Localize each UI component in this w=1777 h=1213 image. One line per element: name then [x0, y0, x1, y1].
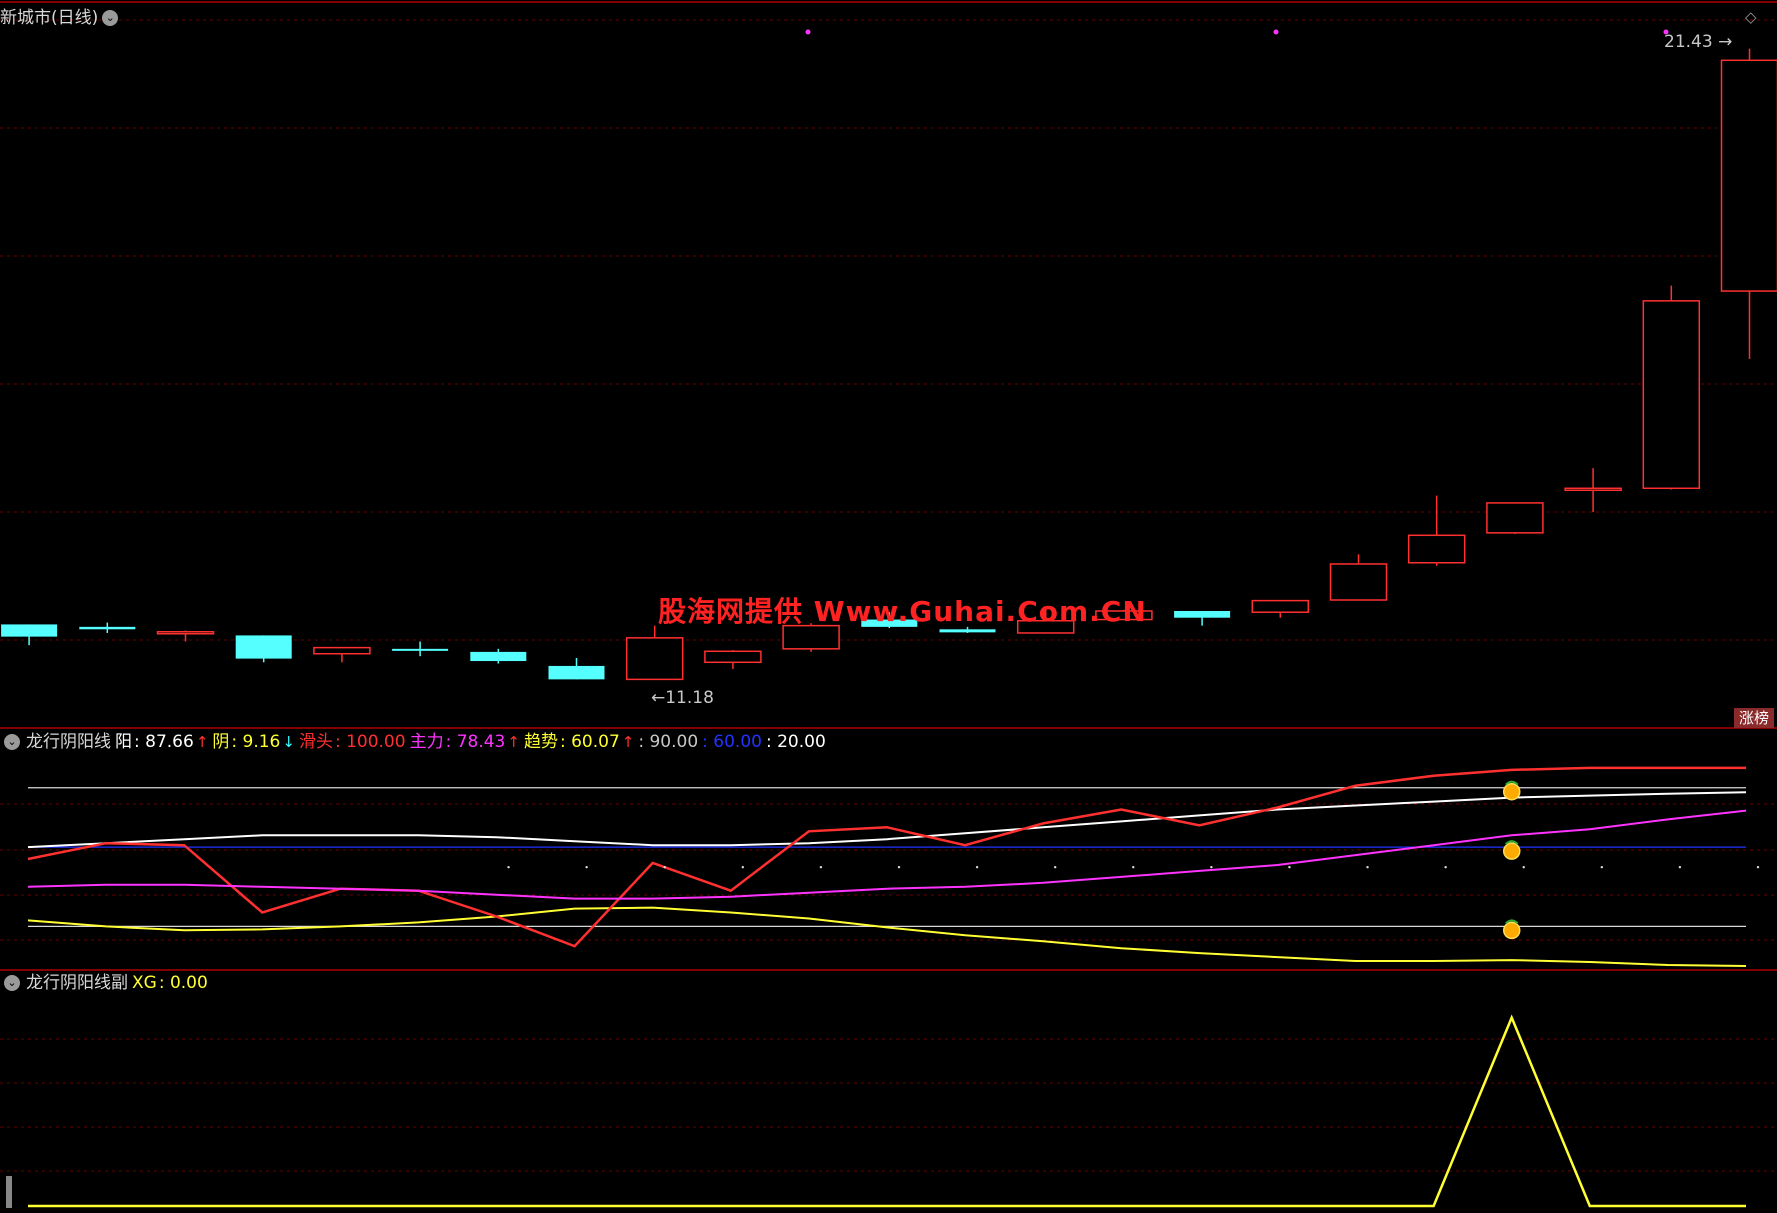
coin-icon — [1502, 921, 1521, 940]
indicator-1-lines — [27, 766, 1760, 967]
candle-body — [1642, 300, 1701, 490]
series-line — [27, 906, 1747, 967]
legend-label: 趋势 — [523, 732, 558, 752]
low-price-label: ←11.18 — [651, 688, 714, 708]
candle-body — [1564, 487, 1622, 492]
candle-body — [704, 650, 762, 664]
candle-body — [313, 646, 371, 655]
candle-body — [1174, 610, 1231, 618]
diamond-icon[interactable]: ◇ — [1745, 8, 1757, 26]
legend-value: : 9.16 — [231, 732, 281, 752]
legend-value: : 0.00 — [158, 973, 208, 993]
signal-dot — [805, 29, 811, 35]
candle-body — [235, 635, 292, 659]
series-dot — [1132, 865, 1135, 869]
series-dot — [975, 865, 979, 869]
legend-label: XG — [132, 973, 157, 993]
legend-label: 阴 — [212, 732, 230, 752]
candle-body — [1407, 534, 1466, 564]
level-label: : 90.00 — [638, 732, 699, 752]
series-line — [27, 766, 1746, 948]
candle-body — [1486, 502, 1544, 534]
series-dot — [1756, 865, 1760, 869]
arrow-icon: ↑ — [195, 733, 209, 751]
candle-body — [1, 624, 58, 637]
series-dot — [585, 865, 588, 869]
chevron-down-icon[interactable]: ⌄ — [4, 734, 20, 750]
series-dot — [1522, 865, 1525, 869]
series-dot — [1210, 865, 1213, 869]
candle-body — [1329, 563, 1388, 601]
series-dot — [1444, 865, 1447, 869]
main-title: 新城市(日线) — [0, 8, 99, 28]
candle-body — [625, 637, 684, 681]
series-dot — [507, 865, 510, 869]
legend-label: 滑头 — [298, 732, 333, 752]
coin-icon — [1502, 782, 1521, 801]
candle-body — [548, 665, 605, 680]
indicator-1-name: 龙行阴阳线 — [26, 732, 111, 752]
candle-body — [156, 630, 215, 635]
series-dot — [1366, 865, 1369, 869]
chevron-down-icon[interactable]: ⌄ — [102, 10, 119, 26]
series-dot — [741, 865, 745, 869]
series-line — [27, 809, 1747, 900]
candle-body — [1720, 59, 1777, 292]
indicator-2-header: ⌄ 龙行阴阳线副 XG: 0.00 — [0, 971, 208, 995]
candle-body — [79, 626, 136, 630]
series-line — [28, 1014, 1746, 1208]
arrow-icon: ↑ — [621, 733, 635, 751]
legend-value: : 60.07 — [559, 732, 620, 752]
candle-body — [470, 651, 527, 662]
signal-dot — [1273, 29, 1279, 35]
candle-body — [1251, 599, 1310, 613]
legend-label: 阳 — [115, 732, 132, 752]
indicator-2-lines — [6, 1014, 1746, 1208]
coin-icon — [1502, 842, 1521, 860]
panel-separators — [0, 1, 1777, 971]
candlestick-series — [1, 29, 1777, 681]
legend-label: 主力 — [409, 732, 444, 752]
series-dot — [1678, 865, 1682, 869]
series-dot — [1600, 865, 1604, 869]
series-dot — [819, 865, 823, 869]
scroll-handle — [6, 1176, 12, 1208]
level-label: : 60.00 — [702, 732, 762, 752]
watermark: 股海网提供 Www.Guhai.Com.CN — [658, 595, 1147, 628]
series-dot — [1053, 865, 1057, 869]
chevron-down-icon[interactable]: ⌄ — [4, 975, 20, 991]
series-dot — [897, 865, 901, 869]
rank-badge[interactable]: 涨榜 — [1734, 708, 1774, 728]
series-dot — [1288, 865, 1291, 869]
indicator-1-header: ⌄ 龙行阴阳线 阳: 87.66 ↑ 阴: 9.16 ↓ 滑头: 100.00 主力: 7… — [0, 730, 826, 754]
legend-value: : 78.43 — [445, 732, 506, 752]
level-label: : 20.00 — [765, 732, 826, 752]
series-dot — [663, 865, 666, 869]
high-price-label: 21.43 → — [1664, 32, 1733, 52]
legend-value: : 100.00 — [334, 732, 406, 752]
main-header: 新城市(日线) ⌄ — [0, 6, 124, 30]
legend-value: : 87.66 — [134, 732, 194, 752]
candle-body — [392, 648, 449, 651]
arrow-icon: ↓ — [282, 733, 295, 751]
indicator-2-name: 龙行阴阳线副 — [26, 973, 128, 993]
arrow-icon: ↑ — [507, 733, 520, 751]
